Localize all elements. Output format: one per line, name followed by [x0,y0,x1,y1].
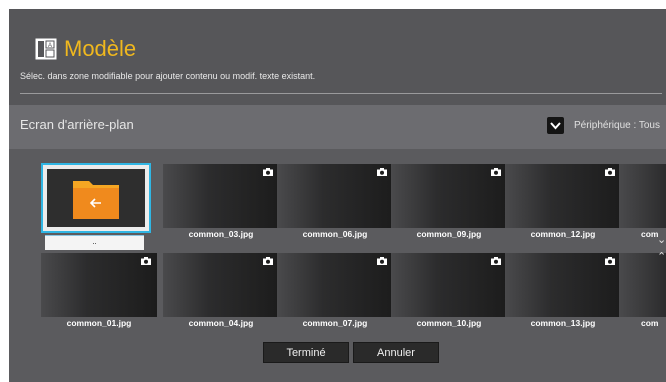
divider [20,93,662,94]
file-tile[interactable]: common_12.jpg [505,164,621,244]
page-title: Modèle [64,36,137,61]
camera-icon [491,168,501,176]
category-bar: Ecran d'arrière-plan Périphérique : Tous [9,105,666,149]
file-name: common_09.jpg [416,229,482,239]
template-layout-icon: A [35,38,57,60]
file-tile[interactable]: common_09.jpg [391,164,507,244]
file-tile[interactable]: common_10.jpg [391,253,507,333]
image-thumbnail [277,164,393,228]
file-tile[interactable]: common_06.jpg [277,164,393,244]
template-dialog: A Modèle Sélec. dans zone modifiable pou… [9,9,666,382]
file-name: common_06.jpg [302,229,368,239]
file-name: common_10.jpg [416,318,482,328]
camera-icon [263,257,273,265]
folder-caption: .. [45,236,144,250]
image-thumbnail [505,164,621,228]
image-thumbnail [41,253,157,317]
chevron-down-icon[interactable]: ⌄ [657,233,666,246]
image-thumbnail [391,253,507,317]
file-tile[interactable]: common_04.jpg [163,253,279,333]
device-filter-label: Périphérique : Tous [574,120,660,131]
file-name: common_07.jpg [302,318,368,328]
file-name: common_04.jpg [188,318,254,328]
folder-thumbnail [47,169,145,227]
folder-up-tile[interactable] [41,163,151,233]
file-name: common_01.jpg [66,318,132,328]
svg-text:A: A [48,43,52,49]
image-thumbnail [277,253,393,317]
image-thumbnail [619,164,666,228]
file-tile[interactable]: com [619,253,666,333]
camera-icon [491,257,501,265]
file-name: common_03.jpg [188,229,254,239]
file-name: common_12.jpg [530,229,596,239]
camera-icon [263,168,273,176]
folder-back-icon [73,181,119,219]
image-thumbnail [391,164,507,228]
camera-icon [605,257,615,265]
title-row: A Modèle [35,37,136,61]
file-tile[interactable]: com [619,164,666,244]
file-name: common_13.jpg [530,318,596,328]
file-name: com [641,318,659,328]
file-tile[interactable]: common_07.jpg [277,253,393,333]
image-thumbnail [163,253,279,317]
done-button[interactable]: Terminé [263,342,349,363]
file-tile[interactable]: common_01.jpg [41,253,157,333]
dialog-header: A Modèle Sélec. dans zone modifiable pou… [9,9,666,105]
file-tile[interactable]: common_13.jpg [505,253,621,333]
cancel-button[interactable]: Annuler [353,342,439,363]
instruction-text: Sélec. dans zone modifiable pour ajouter… [20,71,316,81]
chevron-down-icon[interactable] [547,117,564,134]
camera-icon [141,257,151,265]
camera-icon [377,257,387,265]
device-filter[interactable]: Périphérique : Tous [547,117,660,134]
chevron-up-icon[interactable]: ⌃ [657,250,666,263]
camera-icon [605,168,615,176]
file-tile[interactable]: common_03.jpg [163,164,279,244]
category-title: Ecran d'arrière-plan [20,117,134,132]
image-thumbnail [163,164,279,228]
image-thumbnail [505,253,621,317]
camera-icon [377,168,387,176]
